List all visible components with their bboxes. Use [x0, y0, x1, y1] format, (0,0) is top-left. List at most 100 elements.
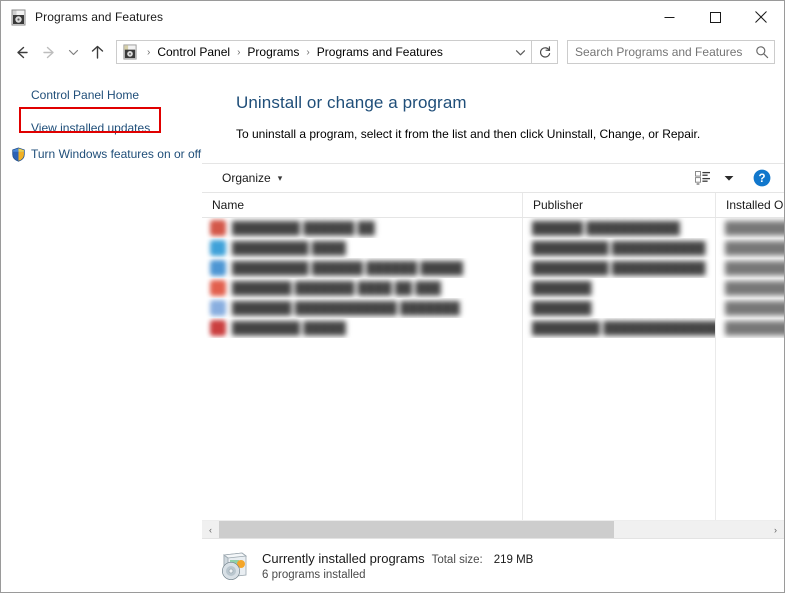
program-publisher: █████████ ███████████ — [532, 261, 706, 275]
table-row[interactable]: ███████ ████████████ ███████ ███████ ███… — [202, 298, 784, 318]
programs-list: Name ˄ Publisher Installed On — [202, 193, 784, 538]
program-icon — [210, 300, 226, 316]
column-header-installed-on[interactable]: Installed On — [715, 193, 784, 217]
view-options-icon[interactable] — [690, 167, 716, 189]
program-installed-on: ████████ — [725, 261, 784, 275]
sidebar-item-view-installed-updates[interactable]: View installed updates — [1, 115, 202, 141]
program-icon — [210, 240, 226, 256]
minimize-button[interactable] — [646, 1, 692, 33]
cell-name: ████████ ██████ ██ — [202, 218, 522, 238]
program-icon — [210, 320, 226, 336]
program-name: ███████ ████████████ ███████ — [232, 301, 460, 315]
column-header-name[interactable]: Name ˄ — [202, 193, 522, 217]
close-button[interactable] — [738, 1, 784, 33]
sidebar-item-label: Control Panel Home — [31, 88, 140, 102]
column-header-publisher[interactable]: Publisher — [522, 193, 715, 217]
maximize-button[interactable] — [692, 1, 738, 33]
view-dropdown-chevron-icon[interactable] — [716, 167, 742, 189]
program-icon — [210, 220, 226, 236]
page-subtitle: To uninstall a program, select it from t… — [236, 127, 701, 141]
shield-icon — [11, 147, 26, 162]
program-installed-on: ████████ — [725, 221, 784, 235]
chevron-down-icon: ▾ — [277, 172, 283, 183]
caption-buttons — [646, 1, 784, 33]
breadcrumb-item-programs-and-features[interactable]: Programs and Features — [315, 45, 445, 59]
column-separator-name-publisher — [522, 218, 523, 520]
status-program-count: 6 programs installed — [262, 568, 366, 581]
program-publisher: █████████ ███████████ — [532, 241, 706, 255]
cell-name: ████████ █████ — [202, 318, 522, 338]
scrollbar-thumb[interactable] — [219, 521, 614, 538]
status-text-block: Currently installed programs Total size:… — [262, 551, 533, 581]
table-row[interactable]: █████████ ██████ ██████ █████ █████████ … — [202, 258, 784, 278]
program-icon — [210, 280, 226, 296]
table-row[interactable]: █████████ ████ █████████ ███████████ ███… — [202, 238, 784, 258]
help-icon[interactable]: ? — [750, 166, 774, 190]
sidebar-item-label: View installed updates — [31, 121, 151, 135]
forward-button[interactable] — [35, 38, 63, 66]
status-bar: Currently installed programs Total size:… — [202, 538, 784, 592]
status-line-primary: Currently installed programs Total size:… — [262, 551, 533, 566]
table-row[interactable]: ████████ █████ ████████ ██████████████ █… — [202, 318, 784, 338]
total-size-value: 219 MB — [493, 553, 534, 566]
sidebar-item-label: Turn Windows features on or off — [31, 147, 202, 161]
address-dropdown-chevron-icon[interactable] — [509, 41, 531, 63]
column-header-label: Publisher — [533, 198, 584, 212]
column-header-row: Name ˄ Publisher Installed On — [202, 193, 784, 218]
breadcrumb-separator-2[interactable]: › — [301, 47, 314, 58]
breadcrumb-item-control-panel[interactable]: Control Panel — [155, 45, 232, 59]
scroll-left-arrow[interactable]: ‹ — [202, 521, 219, 538]
status-heading: Currently installed programs — [262, 550, 425, 566]
program-name: ███████ ███████ ████ ██ ███ — [232, 281, 441, 295]
breadcrumb: › Control Panel › Programs › Programs an… — [142, 45, 509, 59]
program-publisher: ██████ ███████████ — [532, 221, 680, 235]
scroll-right-arrow[interactable]: › — [767, 521, 784, 538]
back-button[interactable] — [7, 38, 35, 66]
up-button[interactable] — [83, 38, 111, 66]
program-publisher: ████████ ██████████████ █████ — [532, 321, 715, 335]
horizontal-scrollbar[interactable]: ‹ › — [202, 520, 784, 538]
table-row[interactable]: ████████ ██████ ██ ██████ ███████████ ██… — [202, 218, 784, 238]
sort-ascending-icon: ˄ — [357, 193, 371, 196]
title-bar: Programs and Features — [1, 1, 784, 33]
programs-and-features-icon — [10, 9, 27, 26]
cell-name: █████████ ████ — [202, 238, 522, 258]
program-name: █████████ ██████ ██████ █████ — [232, 261, 464, 275]
breadcrumb-separator-1[interactable]: › — [232, 47, 245, 58]
organize-label: Organize — [222, 171, 271, 185]
sidebar: Control Panel Home View installed update… — [1, 71, 202, 592]
cell-installed-on: ████████ — [715, 218, 784, 238]
window-body: Control Panel Home View installed update… — [1, 71, 784, 592]
address-control-panel-icon — [122, 44, 138, 60]
address-bar[interactable]: › Control Panel › Programs › Programs an… — [116, 40, 532, 64]
program-installed-on: ████████ — [725, 301, 784, 315]
installed-programs-icon — [216, 549, 250, 583]
cell-publisher: ███████ — [522, 298, 715, 318]
search-input[interactable] — [568, 44, 750, 60]
table-row[interactable]: ███████ ███████ ████ ██ ███ ███████ ████… — [202, 278, 784, 298]
column-separator-publisher-date — [715, 218, 716, 520]
cell-name: ███████ ███████ ████ ██ ███ — [202, 278, 522, 298]
sidebar-item-control-panel-home[interactable]: Control Panel Home — [1, 83, 202, 115]
window-title: Programs and Features — [35, 10, 164, 24]
svg-text:?: ? — [758, 173, 765, 185]
recent-locations-button[interactable] — [63, 38, 83, 66]
cell-publisher: ████████ ██████████████ █████ — [522, 318, 715, 338]
cell-installed-on: ████████ — [715, 298, 784, 318]
column-header-label: Name — [212, 198, 245, 212]
program-publisher: ███████ — [532, 281, 592, 295]
cell-installed-on: ████████ — [715, 258, 784, 278]
page-title: Uninstall or change a program — [236, 93, 467, 112]
organize-button[interactable]: Organize ▾ — [216, 168, 288, 188]
main-pane: Uninstall or change a program To uninsta… — [202, 71, 784, 592]
refresh-button[interactable] — [532, 40, 558, 64]
search-box[interactable] — [567, 40, 775, 64]
cell-publisher: ██████ ███████████ — [522, 218, 715, 238]
search-icon[interactable] — [750, 41, 774, 63]
cell-installed-on: ████████ — [715, 278, 784, 298]
cell-publisher: █████████ ███████████ — [522, 258, 715, 278]
breadcrumb-item-programs[interactable]: Programs — [245, 45, 301, 59]
cell-name: ███████ ████████████ ███████ — [202, 298, 522, 318]
scrollbar-track[interactable] — [219, 521, 767, 538]
sidebar-item-turn-windows-features-on-or-off[interactable]: Turn Windows features on or off — [1, 141, 202, 167]
